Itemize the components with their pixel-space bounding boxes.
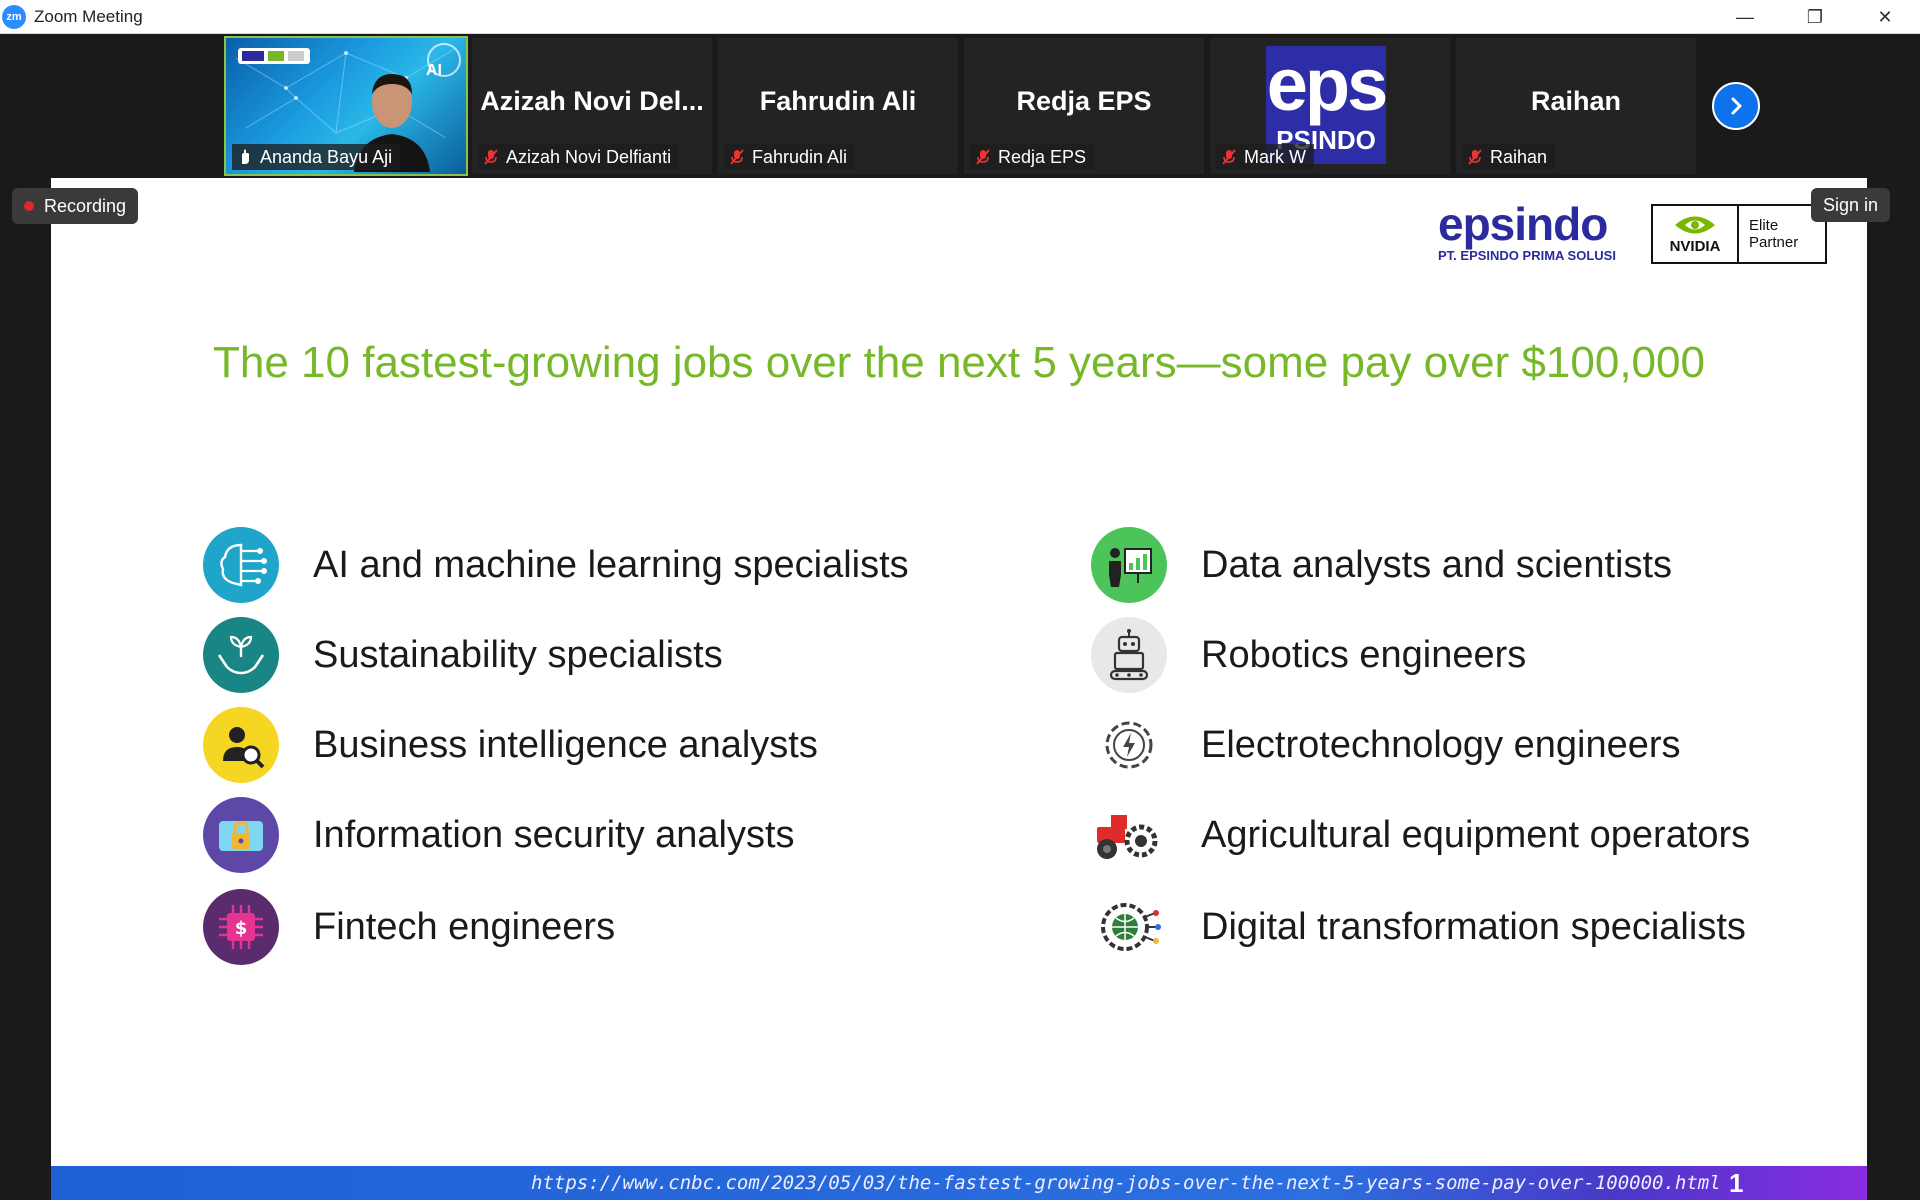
data-analyst-presentation-icon [1091,527,1167,603]
participant-name: Redja EPS [998,146,1087,167]
muted-mic-icon [976,149,990,165]
participant-name: Fahrudin Ali [752,146,848,167]
participant-name: Raihan [1490,146,1548,167]
job-item: Agricultural equipment operators [1091,796,1750,874]
recording-indicator[interactable]: Recording [12,188,139,224]
participant-display-name: Azizah Novi Del... [480,86,704,116]
epsindo-logo-subtitle: PT. EPSINDO PRIMA SOLUSI [1438,248,1616,263]
participant-name: Azizah Novi Delfianti [506,146,672,167]
recording-dot-icon [24,201,34,211]
participant-display-name: Raihan [1530,86,1622,116]
participant-name-label: Raihan [1462,144,1556,170]
job-title: AI and machine learning specialists [313,543,909,586]
ai-brain-circuit-icon [203,527,279,603]
partner-tier-line2: Partner [1749,234,1799,251]
muted-mic-icon [484,149,498,165]
participant-tile[interactable]: Redja EPS Redja EPS [964,38,1204,174]
avatar-logo-word: eps [1266,46,1386,126]
participant-strip: AI Ananda Bayu Aji Azizah Novi Del... Az… [0,34,1920,176]
hand-raise-icon [242,149,249,164]
recording-label: Recording [44,195,127,216]
job-item: Electrotechnology engineers [1091,706,1681,784]
close-button[interactable]: ✕ [1850,0,1920,34]
job-item: Information security analysts [203,796,795,874]
job-title: Agricultural equipment operators [1201,813,1751,856]
participant-tile[interactable]: Fahrudin Ali Fahrudin Ali [718,38,958,174]
job-title: Information security analysts [313,813,795,856]
business-analyst-magnifier-icon [203,707,279,783]
slide-footer-bar: https://www.cnbc.com/2023/05/03/the-fast… [51,1166,1867,1200]
slide-title: The 10 fastest-growing jobs over the nex… [213,338,1705,387]
participant-tile[interactable]: eps PSINDO Mark W [1210,38,1450,174]
participant-name: Mark W [1244,146,1306,167]
zoom-app-icon: zm [2,4,26,29]
job-title: Business intelligence analysts [313,723,818,766]
window-controls: — ❐ ✕ [1710,0,1920,34]
job-item: Business intelligence analysts [203,706,818,784]
sign-in-button[interactable]: Sign in [1810,188,1890,222]
job-item: AI and machine learning specialists [203,526,909,604]
minimize-button[interactable]: — [1710,0,1780,34]
participant-name-label: Ananda Bayu Aji [232,144,401,170]
electro-gear-bolt-icon [1091,707,1167,783]
job-title: Electrotechnology engineers [1201,723,1681,766]
job-item: Sustainability specialists [203,616,723,694]
muted-mic-icon [1468,149,1482,165]
restore-button[interactable]: ❐ [1780,0,1850,34]
fintech-chip-dollar-icon: $ [203,889,279,965]
next-participants-button[interactable] [1712,82,1760,130]
tractor-gears-icon [1091,797,1167,873]
epsindo-logo: epsindo PT. EPSINDO PRIMA SOLUSI [1438,198,1634,263]
participant-display-name: Redja EPS [1016,86,1152,116]
shared-screen-area: Recording Sign in epsindo PT. EPSINDO PR… [0,176,1920,1200]
participant-tile[interactable]: Raihan Raihan [1456,38,1696,174]
participant-name-label: Azizah Novi Delfianti [478,144,680,170]
job-item: Data analysts and scientists [1091,526,1672,604]
sustainability-hands-plant-icon [203,617,279,693]
job-title: Fintech engineers [313,905,616,948]
chevron-right-icon [1731,97,1742,115]
participant-display-name: Fahrudin Ali [759,86,917,116]
participant-tile[interactable]: Azizah Novi Del... Azizah Novi Delfianti [472,38,712,174]
job-item: Digital transformation specialists [1091,888,1746,966]
participant-name-label: Fahrudin Ali [724,144,856,170]
job-item: $ Fintech engineers [203,888,615,966]
source-url: https://www.cnbc.com/2023/05/03/the-fast… [531,1172,1721,1194]
participant-name: Ananda Bayu Aji [260,146,393,167]
job-title: Data analysts and scientists [1201,543,1673,586]
muted-mic-icon [730,149,744,165]
job-title: Robotics engineers [1201,633,1527,676]
job-title: Digital transformation specialists [1201,905,1746,948]
participant-tile-active-speaker[interactable]: AI Ananda Bayu Aji [224,36,468,176]
job-item: Robotics engineers [1091,616,1526,694]
digital-globe-gear-icon [1091,889,1167,965]
nvidia-mark: NVIDIA [1653,206,1739,262]
slide-page-number: 1 [1729,1167,1744,1198]
window-title: Zoom Meeting [34,6,143,26]
partner-tier: Elite Partner [1739,217,1825,251]
participant-name-label: Redja EPS [970,144,1095,170]
presentation-slide: epsindo PT. EPSINDO PRIMA SOLUSI NVIDIA … [51,178,1867,1200]
robot-icon [1091,617,1167,693]
job-title: Sustainability specialists [313,633,723,676]
security-lock-icon [203,797,279,873]
muted-mic-icon [1222,149,1236,165]
window-titlebar: zm Zoom Meeting — ❐ ✕ [0,0,1920,34]
nvidia-eye-icon [1675,216,1715,233]
epsindo-logo-word: epsindo [1438,198,1608,250]
nvidia-partner-logo: NVIDIA Elite Partner [1651,204,1827,264]
participant-name-label: Mark W [1216,144,1314,170]
nvidia-wordmark: NVIDIA [1669,237,1721,255]
svg-text:$: $ [235,918,248,939]
